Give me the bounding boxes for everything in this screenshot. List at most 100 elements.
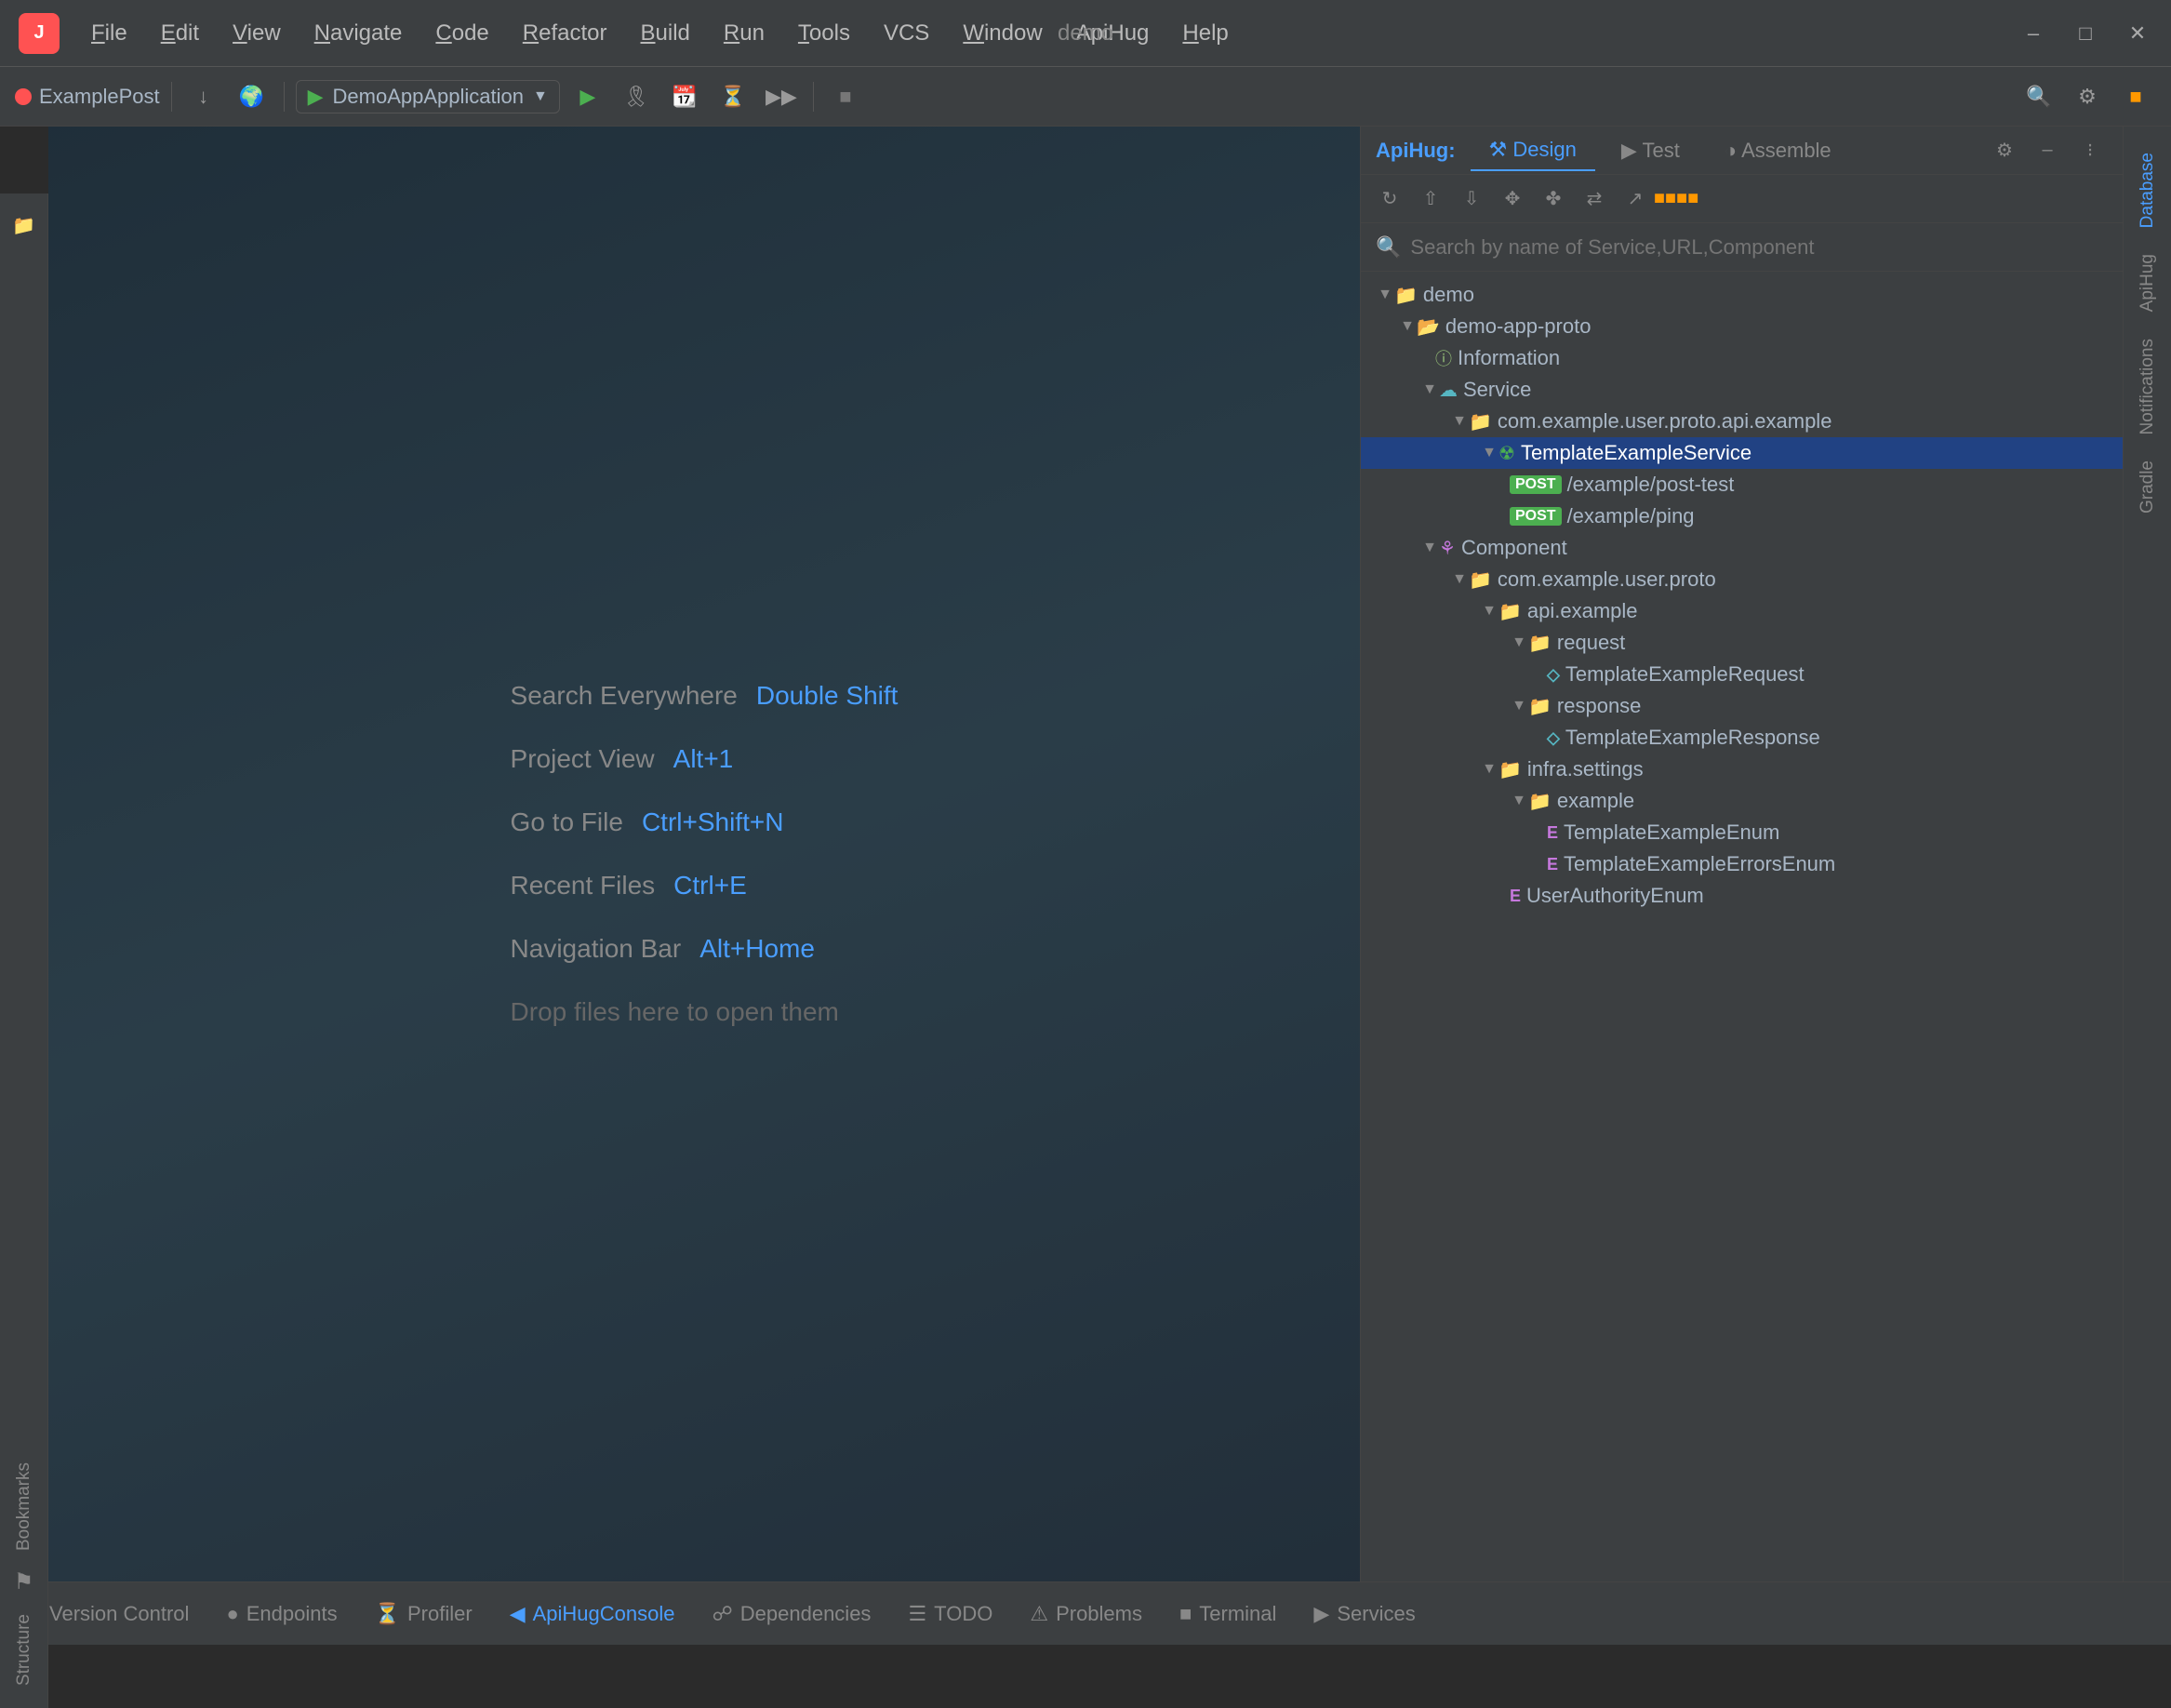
tab-label: ApiHugConsole <box>533 1602 675 1626</box>
tree-node-post-ping[interactable]: POST /example/ping <box>1361 500 2123 532</box>
tree-label: TemplateExampleService <box>1521 441 1751 465</box>
settings-button[interactable]: ⚙ <box>2067 76 2108 117</box>
menu-view[interactable]: View <box>216 13 298 54</box>
sidebar-tab-notifications[interactable]: Notifications <box>2132 327 2164 447</box>
tab-todo[interactable]: ☰ TODO <box>891 1595 1009 1634</box>
align-bottom-button[interactable]: ⇩ <box>1454 181 1489 217</box>
menu-code[interactable]: Code <box>419 13 505 54</box>
search-input[interactable] <box>1410 235 2108 260</box>
colorful-button2[interactable]: ■■■■ <box>1658 181 1694 217</box>
bookmarks-tab[interactable]: Bookmarks <box>8 1451 40 1562</box>
tab-dependencies[interactable]: ☍ Dependencies <box>695 1595 887 1634</box>
ep-icon: ● <box>226 1602 238 1626</box>
tree-node-response[interactable]: ▼ 📁 response <box>1361 690 2123 722</box>
profile-button[interactable]: ⏳ <box>713 76 753 117</box>
tab-design[interactable]: ⚒ Design <box>1471 130 1595 171</box>
tree-label: TemplateExampleRequest <box>1565 662 1805 687</box>
maximize-button[interactable]: □ <box>2071 19 2100 48</box>
tab-problems[interactable]: ⚠ Problems <box>1013 1595 1159 1634</box>
tree-node-post-test[interactable]: POST /example/post-test <box>1361 469 2123 500</box>
coverage-button[interactable]: 📆 <box>664 76 705 117</box>
bookmarks-icon[interactable]: ⚑ <box>7 1566 41 1599</box>
search-bar: 🔍 <box>1361 223 2123 272</box>
tab-profiler[interactable]: ⏳ Profiler <box>358 1595 489 1634</box>
minimize-button[interactable]: – <box>2018 19 2048 48</box>
menu-file[interactable]: File <box>74 13 144 54</box>
tree-node-user-authority-enum[interactable]: E UserAuthorityEnum <box>1361 880 2123 912</box>
tree-node-template-response[interactable]: ◇ TemplateExampleResponse <box>1361 722 2123 754</box>
tree-node-example[interactable]: ▼ 📁 example <box>1361 785 2123 817</box>
hint-key: Ctrl+E <box>673 871 747 901</box>
tree-node-com-example-user[interactable]: ▼ 📁 com.example.user.proto <box>1361 564 2123 595</box>
sync-button[interactable]: ⇄ <box>1577 181 1612 217</box>
tab-services[interactable]: ▶ Services <box>1297 1595 1432 1634</box>
structure-tab[interactable]: Structure <box>8 1603 40 1697</box>
debug-button[interactable]: 🎗 <box>616 76 657 117</box>
tree-arrow: ▼ <box>1420 540 1439 556</box>
sidebar-tab-gradle[interactable]: Gradle <box>2132 449 2164 525</box>
menu-navigate[interactable]: Navigate <box>298 13 420 54</box>
menu-tools[interactable]: Tools <box>781 13 867 54</box>
menu-edit[interactable]: Edit <box>144 13 216 54</box>
menu-help[interactable]: Help <box>1165 13 1245 54</box>
tree-label: Component <box>1461 536 1567 560</box>
tree-node-request[interactable]: ▼ 📁 request <box>1361 627 2123 659</box>
ah-icon: ◀ <box>510 1602 526 1626</box>
tree-node-api-example[interactable]: ▼ 📁 api.example <box>1361 595 2123 627</box>
tree-node-errors-enum[interactable]: E TemplateExampleErrorsEnum <box>1361 848 2123 880</box>
project-name: ExamplePost <box>39 85 160 109</box>
toolbar-right: 🔍 ⚙ ■ <box>2018 76 2156 117</box>
tab-endpoints[interactable]: ● Endpoints <box>209 1595 353 1634</box>
tree-arrow: ▼ <box>1450 571 1469 588</box>
panel-close[interactable]: ⁝ <box>2072 133 2108 168</box>
collapse-button[interactable]: ✤ <box>1536 181 1571 217</box>
close-button[interactable]: ✕ <box>2123 19 2152 48</box>
hint-recent-files: Recent Files Ctrl+E <box>511 871 747 901</box>
hint-nav-bar: Navigation Bar Alt+Home <box>511 934 815 964</box>
align-top-button[interactable]: ⇧ <box>1413 181 1448 217</box>
hint-label: Recent Files <box>511 871 656 901</box>
panel-minimize[interactable]: – <box>2030 133 2065 168</box>
run-button[interactable]: ▶ <box>567 76 608 117</box>
search-icon: 🔍 <box>1376 235 1401 260</box>
panel-settings[interactable]: ⚙ <box>1987 133 2022 168</box>
menu-build[interactable]: Build <box>624 13 707 54</box>
menu-refactor[interactable]: Refactor <box>506 13 624 54</box>
search-button[interactable]: 🔍 <box>2018 76 2059 117</box>
tree-node-template-enum[interactable]: E TemplateExampleEnum <box>1361 817 2123 848</box>
tree-node-demo[interactable]: ▼ 📁 demo <box>1361 279 2123 311</box>
tab-test[interactable]: ▶ Test <box>1603 131 1698 170</box>
menu-window[interactable]: Window <box>946 13 1059 54</box>
git-branch-button[interactable]: 🌍 <box>232 76 273 117</box>
tree-node-template-service[interactable]: ▼ ☢ TemplateExampleService <box>1361 437 2123 469</box>
tab-design-label: Design <box>1512 138 1576 161</box>
sidebar-tab-database[interactable]: Database <box>2132 141 2164 239</box>
menu-vcs[interactable]: VCS <box>867 13 946 54</box>
sidebar-tab-apihug[interactable]: ApiHug <box>2132 243 2164 323</box>
tree-node-template-request[interactable]: ◇ TemplateExampleRequest <box>1361 659 2123 690</box>
tab-terminal[interactable]: ■ Terminal <box>1163 1595 1293 1634</box>
tree-node-component[interactable]: ▼ ⚘ Component <box>1361 532 2123 564</box>
tree-node-service[interactable]: ▼ ☁ Service <box>1361 374 2123 406</box>
tab-assemble[interactable]: ◑ Assemble <box>1706 131 1850 170</box>
tree-node-com-example[interactable]: ▼ 📁 com.example.user.proto.api.example <box>1361 406 2123 437</box>
stop-button[interactable]: ■ <box>825 76 866 117</box>
run-config-dropdown[interactable]: ▶ DemoAppApplication ▼ <box>296 80 560 113</box>
tree-node-information[interactable]: ⓘ Information <box>1361 342 2123 374</box>
project-view-icon[interactable]: 📁 <box>4 205 45 246</box>
run-anything-button[interactable]: ▶▶ <box>761 76 802 117</box>
colorful-button[interactable]: ■ <box>2115 76 2156 117</box>
tab-apihug-console[interactable]: ◀ ApiHugConsole <box>493 1595 692 1634</box>
tree-node-infra-settings[interactable]: ▼ 📁 infra.settings <box>1361 754 2123 785</box>
pr-icon: ⏳ <box>375 1602 400 1626</box>
expand-button[interactable]: ✥ <box>1495 181 1530 217</box>
tree-arrow: ▼ <box>1510 793 1528 809</box>
menu-run[interactable]: Run <box>707 13 781 54</box>
tree-node-demo-app-proto[interactable]: ▼ 📂 demo-app-proto <box>1361 311 2123 342</box>
git-update-button[interactable]: ↓ <box>183 76 224 117</box>
component-icon: ⚘ <box>1439 537 1456 560</box>
tree-area: ▼ 📁 demo ▼ 📂 demo-app-proto ⓘ Informatio… <box>1361 272 2123 1581</box>
tree-label: TemplateExampleResponse <box>1565 726 1820 750</box>
export-button[interactable]: ↗ <box>1618 181 1653 217</box>
refresh-button[interactable]: ↻ <box>1372 181 1407 217</box>
